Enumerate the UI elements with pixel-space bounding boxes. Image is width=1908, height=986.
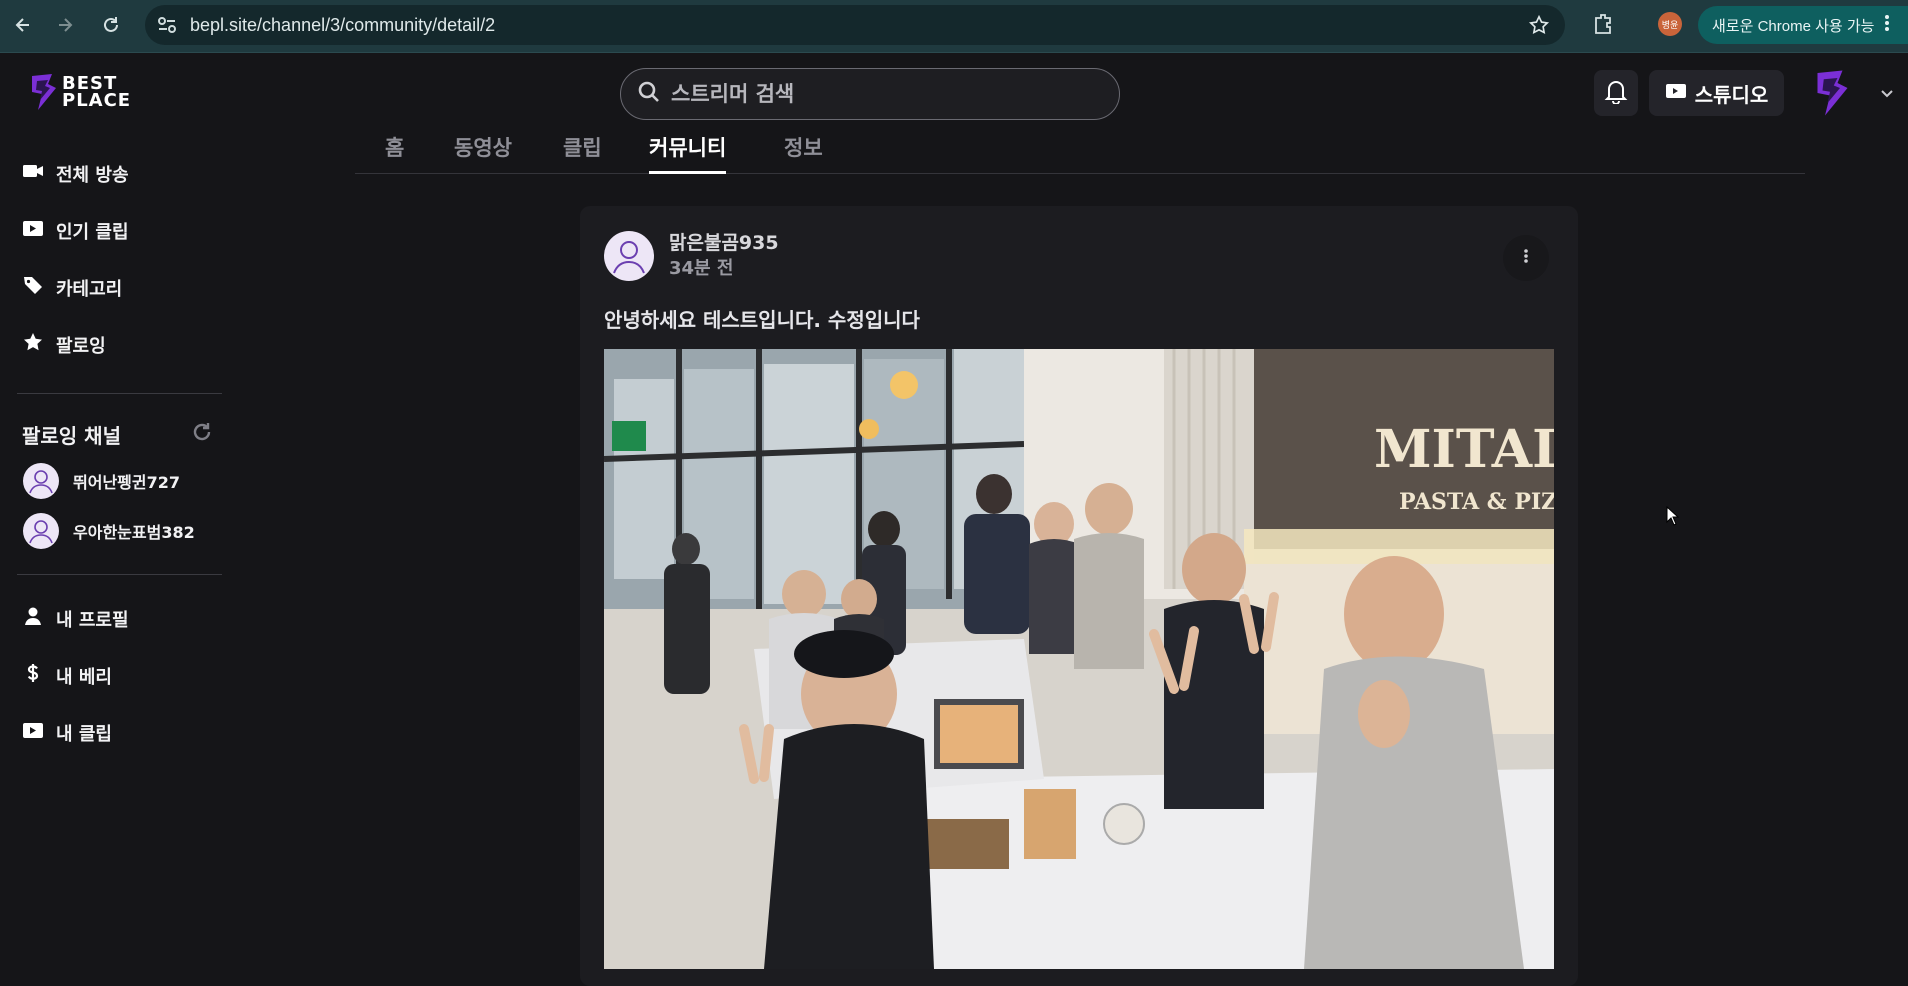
avatar <box>23 463 59 499</box>
following-channel-item[interactable]: 뛰어난펭귄727 <box>23 463 180 499</box>
sidebar-item-my-clips[interactable]: 내 클립 <box>22 719 112 746</box>
forward-arrow-icon[interactable] <box>52 12 78 38</box>
browser-profile-avatar[interactable]: 병윤 <box>1658 12 1682 36</box>
more-vertical-icon <box>1523 248 1529 268</box>
sidebar-divider <box>17 393 222 394</box>
notification-button[interactable] <box>1594 70 1638 116</box>
post-body: 안녕하세요 테스트입니다. 수정입니다 <box>604 308 920 332</box>
extensions-icon[interactable] <box>1592 12 1614 40</box>
avatar[interactable] <box>604 231 654 281</box>
clip-icon <box>22 217 44 244</box>
photo-sign-subtext: PASTA & PIZZA <box>1399 489 1554 515</box>
community-post: 맑은불곰935 34분 전 안녕하세요 테스트입니다. 수정입니다 MITAL … <box>580 206 1578 986</box>
mouse-cursor-icon <box>1666 505 1680 530</box>
sidebar-item-label: 팔로잉 <box>56 335 106 357</box>
logo-text: BEST PLACE <box>62 73 132 111</box>
user-avatar-logo-icon[interactable] <box>1808 68 1852 118</box>
post-menu-button[interactable] <box>1503 235 1549 281</box>
chrome-update-button[interactable]: 새로운 Chrome 사용 가능 <box>1698 6 1908 44</box>
tab-info[interactable]: 정보 <box>784 132 823 174</box>
refresh-icon[interactable] <box>190 420 214 448</box>
back-arrow-icon[interactable] <box>10 12 36 38</box>
bookmark-star-icon[interactable] <box>1528 14 1550 40</box>
channel-tabs: 홈 동영상 클립 커뮤니티 정보 <box>355 132 1805 174</box>
post-author[interactable]: 맑은불곰935 <box>669 228 779 255</box>
brand-logo[interactable]: BEST PLACE <box>26 72 131 112</box>
sidebar-item-following[interactable]: 팔로잉 <box>22 331 106 358</box>
channel-name: 우아한눈표범382 <box>73 523 195 542</box>
studio-button[interactable]: 스튜디오 <box>1649 70 1784 116</box>
video-camera-icon <box>1665 81 1687 105</box>
chevron-down-icon[interactable] <box>1880 84 1894 103</box>
sidebar-item-label: 카테고리 <box>56 278 123 300</box>
search-icon <box>637 80 661 108</box>
logo-mark-icon <box>32 74 56 110</box>
sidebar-item-category[interactable]: 카테고리 <box>22 274 122 301</box>
app-root: BEST PLACE 스튜디오 전체 방송 인기 클립 카테고리 <box>0 54 1908 986</box>
more-vertical-icon <box>1884 14 1890 36</box>
site-info-icon[interactable] <box>157 16 177 38</box>
dollar-icon <box>22 662 44 689</box>
sidebar-item-my-profile[interactable]: 내 프로필 <box>22 605 129 632</box>
tab-clips[interactable]: 클립 <box>563 132 602 174</box>
tab-videos[interactable]: 동영상 <box>454 132 512 174</box>
star-icon <box>22 331 44 358</box>
sidebar-divider <box>17 574 222 575</box>
sidebar-item-popular-clips[interactable]: 인기 클립 <box>22 217 129 244</box>
sidebar-item-label: 내 베리 <box>56 666 112 688</box>
avatar <box>23 513 59 549</box>
browser-toolbar: bepl.site/channel/3/community/detail/2 병… <box>0 0 1908 53</box>
search-input[interactable] <box>671 82 1091 106</box>
post-timestamp: 34분 전 <box>669 258 734 279</box>
sidebar-item-label: 내 프로필 <box>56 609 129 631</box>
photo-sign-text: MITAL <box>1374 419 1554 480</box>
sidebar-item-label: 내 클립 <box>56 723 112 745</box>
following-channel-item[interactable]: 우아한눈표범382 <box>23 513 195 549</box>
reload-icon[interactable] <box>98 12 124 38</box>
exit-sign <box>612 421 646 451</box>
sidebar-item-all-broadcasts[interactable]: 전체 방송 <box>22 160 129 187</box>
tab-home[interactable]: 홈 <box>385 132 404 174</box>
tag-icon <box>22 274 44 301</box>
channel-name: 뛰어난펭귄727 <box>73 473 180 492</box>
video-camera-icon <box>22 160 44 187</box>
following-channels-title: 팔로잉 채널 <box>22 424 121 448</box>
chrome-update-label: 새로운 Chrome 사용 가능 <box>1712 17 1875 35</box>
person-icon <box>22 605 44 632</box>
tab-community[interactable]: 커뮤니티 <box>649 132 727 174</box>
sidebar-item-label: 인기 클립 <box>56 221 129 243</box>
url-text[interactable]: bepl.site/channel/3/community/detail/2 <box>190 15 495 36</box>
clip-icon <box>22 719 44 746</box>
address-bar[interactable]: bepl.site/channel/3/community/detail/2 <box>145 5 1565 45</box>
streamer-search[interactable] <box>620 68 1120 120</box>
bell-icon <box>1604 78 1628 108</box>
sidebar-item-my-berry[interactable]: 내 베리 <box>22 662 112 689</box>
sidebar-item-label: 전체 방송 <box>56 164 129 186</box>
post-image[interactable]: MITAL PASTA & PIZZA <box>604 349 1554 969</box>
studio-label: 스튜디오 <box>1694 82 1769 107</box>
